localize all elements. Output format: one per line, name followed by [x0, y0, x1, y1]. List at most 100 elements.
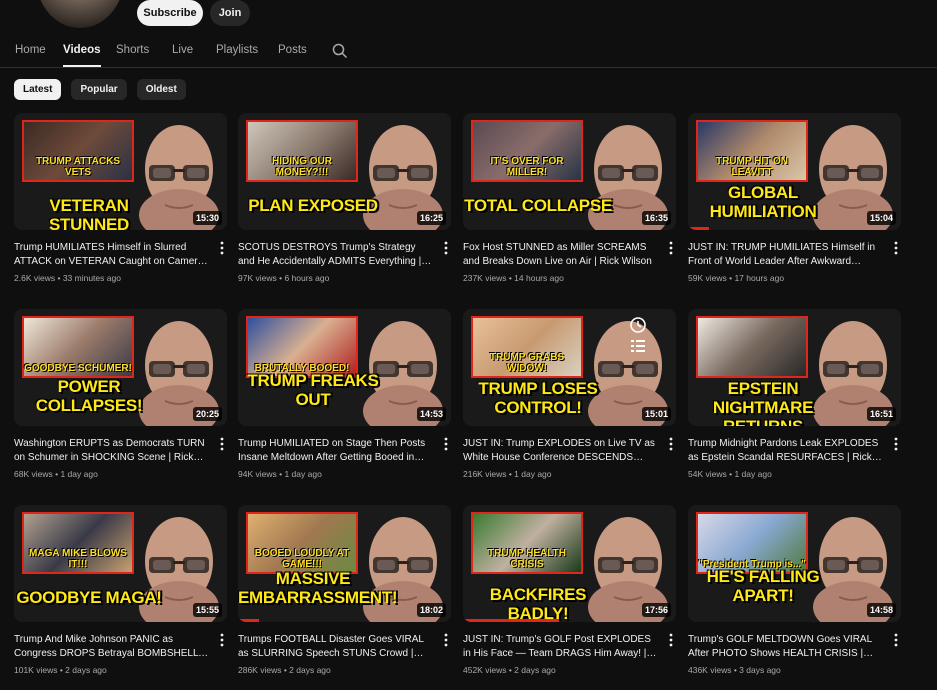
duration-badge: 15:04	[866, 211, 896, 225]
more-options-icon[interactable]	[668, 241, 674, 255]
video-card[interactable]: "President Trump is..." HE'S FALLING APAR…	[688, 505, 901, 675]
thumbnail-headline: GLOBAL HUMILIATION	[709, 183, 817, 221]
join-button[interactable]: Join	[210, 0, 250, 26]
video-card[interactable]: TRUMP HEALTH CRISIS BACKFIRES BADLY! 17:56…	[463, 505, 676, 675]
video-thumbnail[interactable]: TRUMP ATTACKS VETS VETERAN STUNNED 15:30	[14, 113, 227, 230]
more-options-icon[interactable]	[668, 437, 674, 451]
upload-age: 2 days ago	[514, 665, 556, 675]
more-options-icon[interactable]	[219, 633, 225, 647]
thumbnail-inset-caption: TRUMP ATTACKS VETS	[35, 156, 121, 178]
more-options-icon[interactable]	[893, 437, 899, 451]
watch-progress-bar	[238, 619, 260, 622]
more-options-icon[interactable]	[668, 633, 674, 647]
video-metadata: 436K views • 3 days ago	[688, 665, 901, 675]
tab-videos[interactable]: Videos	[63, 38, 101, 67]
chip-latest[interactable]: Latest	[14, 79, 62, 100]
upload-age: 14 hours ago	[514, 273, 564, 283]
thumbnail-headline: EPSTEIN NIGHTMARE RETURNS	[712, 379, 814, 426]
thumbnail-inset-photo: TRUMP HIT ON LEAVITT	[696, 120, 808, 182]
video-title[interactable]: Trump And Mike Johnson PANIC as Congress…	[14, 633, 210, 661]
thumbnail-inset-caption: BOOED LOUDLY AT GAME!!!	[254, 548, 350, 570]
view-count: 59K views	[688, 273, 727, 283]
video-title[interactable]: JUST IN: Trump's GOLF Post EXPLODES in H…	[463, 633, 659, 661]
subscribe-button[interactable]: Subscribe	[137, 0, 203, 26]
chip-oldest[interactable]: Oldest	[136, 79, 186, 100]
more-options-icon[interactable]	[443, 241, 449, 255]
video-title[interactable]: Trumps FOOTBALL Disaster Goes VIRAL as S…	[238, 633, 434, 661]
video-thumbnail[interactable]: "President Trump is..." HE'S FALLING APAR…	[688, 505, 901, 622]
duration-badge: 20:25	[192, 407, 222, 421]
thumbnail-inset-photo: IT'S OVER FOR MILLER!	[471, 120, 583, 182]
video-thumbnail[interactable]: GOODBYE SCHUMER! POWER COLLAPSES! 20:25	[14, 309, 227, 426]
meta-separator: •	[55, 273, 63, 283]
search-icon[interactable]	[332, 43, 348, 59]
thumbnail-headline: PLAN EXPOSED	[248, 196, 378, 215]
video-title[interactable]: SCOTUS DESTROYS Trump's Strategy and He …	[238, 241, 434, 269]
video-title[interactable]: JUST IN: Trump EXPLODES on Live TV as Wh…	[463, 437, 659, 465]
video-thumbnail[interactable]: MAGA MIKE BLOWS IT!!! GOODBYE MAGA! 15:55	[14, 505, 227, 622]
video-thumbnail[interactable]: BOOED LOUDLY AT GAME!!! MASSIVE EMBARRASS…	[238, 505, 451, 622]
video-card[interactable]: EPSTEIN NIGHTMARE RETURNS 16:51 Trump Midn…	[688, 309, 901, 479]
view-count: 286K views	[238, 665, 282, 675]
video-title[interactable]: Trump HUMILIATED on Stage Then Posts Ins…	[238, 437, 434, 465]
video-title[interactable]: Fox Host STUNNED as Miller SCREAMS and B…	[463, 241, 659, 269]
watch-later-icon[interactable]	[628, 315, 648, 355]
video-thumbnail[interactable]: TRUMP HIT ON LEAVITT GLOBAL HUMILIATION 15…	[688, 113, 901, 230]
video-thumbnail[interactable]: HIDING OUR MONEY?!!! PLAN EXPOSED 16:25	[238, 113, 451, 230]
video-card[interactable]: TRUMP ATTACKS VETS VETERAN STUNNED 15:30 Tr…	[14, 113, 227, 283]
video-metadata: 54K views • 1 day ago	[688, 469, 901, 479]
video-title[interactable]: Washington ERUPTS as Democrats TURN on S…	[14, 437, 210, 465]
thumbnail-headline: POWER COLLAPSES!	[35, 377, 143, 415]
more-options-icon[interactable]	[893, 633, 899, 647]
thumbnail-inset-caption: TRUMP HEALTH CRISIS	[488, 548, 566, 570]
upload-age: 33 minutes ago	[62, 273, 121, 283]
video-metadata: 452K views • 2 days ago	[463, 665, 676, 675]
video-card[interactable]: TRUMP GRABS WIDOW! TRUMP LOSES CONTROL! 15…	[463, 309, 676, 479]
video-metadata: 101K views • 2 days ago	[14, 665, 227, 675]
video-metadata: 59K views • 17 hours ago	[688, 273, 901, 283]
view-count: 436K views	[688, 665, 732, 675]
video-card[interactable]: GOODBYE SCHUMER! POWER COLLAPSES! 20:25 Was…	[14, 309, 227, 479]
video-card[interactable]: MAGA MIKE BLOWS IT!!! GOODBYE MAGA! 15:55 T…	[14, 505, 227, 675]
tab-playlists[interactable]: Playlists	[216, 38, 258, 62]
video-thumbnail[interactable]: IT'S OVER FOR MILLER! TOTAL COLLAPSE 16:35	[463, 113, 676, 230]
video-thumbnail[interactable]: TRUMP HEALTH CRISIS BACKFIRES BADLY! 17:56	[463, 505, 676, 622]
video-title[interactable]: Trump HUMILIATES Himself in Slurred ATTA…	[14, 241, 210, 269]
video-card[interactable]: BRUTALLY BOOED! TRUMP FREAKS OUT 14:53 Trum…	[238, 309, 451, 479]
tab-shorts[interactable]: Shorts	[116, 38, 149, 62]
video-title[interactable]: Trump Midnight Pardons Leak EXPLODES as …	[688, 437, 884, 465]
upload-age: 1 day ago	[60, 469, 98, 479]
duration-badge: 17:56	[641, 603, 671, 617]
channel-avatar[interactable]	[36, 0, 124, 28]
video-title[interactable]: JUST IN: TRUMP HUMILIATES Himself in Fro…	[688, 241, 884, 269]
video-thumbnail[interactable]: TRUMP GRABS WIDOW! TRUMP LOSES CONTROL! 15…	[463, 309, 676, 426]
thumbnail-headline: TRUMP FREAKS OUT	[247, 371, 379, 409]
more-options-icon[interactable]	[443, 437, 449, 451]
thumbnail-headline: VETERAN STUNNED	[48, 196, 130, 230]
video-card[interactable]: HIDING OUR MONEY?!!! PLAN EXPOSED 16:25 SCO…	[238, 113, 451, 283]
more-options-icon[interactable]	[443, 633, 449, 647]
upload-age: 1 day ago	[734, 469, 772, 479]
thumbnail-headline: TOTAL COLLAPSE	[464, 196, 612, 215]
tab-posts[interactable]: Posts	[278, 38, 307, 62]
view-count: 237K views	[463, 273, 507, 283]
thumbnail-headline: HE'S FALLING APART!	[706, 567, 820, 605]
chip-popular[interactable]: Popular	[71, 79, 127, 100]
tab-live[interactable]: Live	[172, 38, 193, 62]
thumbnail-inset-caption: HIDING OUR MONEY?!!!	[272, 156, 332, 178]
video-metadata: 286K views • 2 days ago	[238, 665, 451, 675]
video-card[interactable]: IT'S OVER FOR MILLER! TOTAL COLLAPSE 16:35…	[463, 113, 676, 283]
more-options-icon[interactable]	[219, 437, 225, 451]
video-title[interactable]: Trump's GOLF MELTDOWN Goes VIRAL After P…	[688, 633, 884, 661]
video-thumbnail[interactable]: BRUTALLY BOOED! TRUMP FREAKS OUT 14:53	[238, 309, 451, 426]
watch-progress-bar	[688, 227, 710, 230]
channel-header: Subscribe Join Home Videos Shorts Live P…	[0, 0, 937, 68]
watch-progress-bar	[463, 619, 559, 622]
more-options-icon[interactable]	[893, 241, 899, 255]
upload-age: 2 days ago	[65, 665, 107, 675]
tab-home[interactable]: Home	[15, 38, 46, 62]
more-options-icon[interactable]	[219, 241, 225, 255]
video-card[interactable]: BOOED LOUDLY AT GAME!!! MASSIVE EMBARRASS…	[238, 505, 451, 675]
video-thumbnail[interactable]: EPSTEIN NIGHTMARE RETURNS 16:51	[688, 309, 901, 426]
video-card[interactable]: TRUMP HIT ON LEAVITT GLOBAL HUMILIATION 15…	[688, 113, 901, 283]
